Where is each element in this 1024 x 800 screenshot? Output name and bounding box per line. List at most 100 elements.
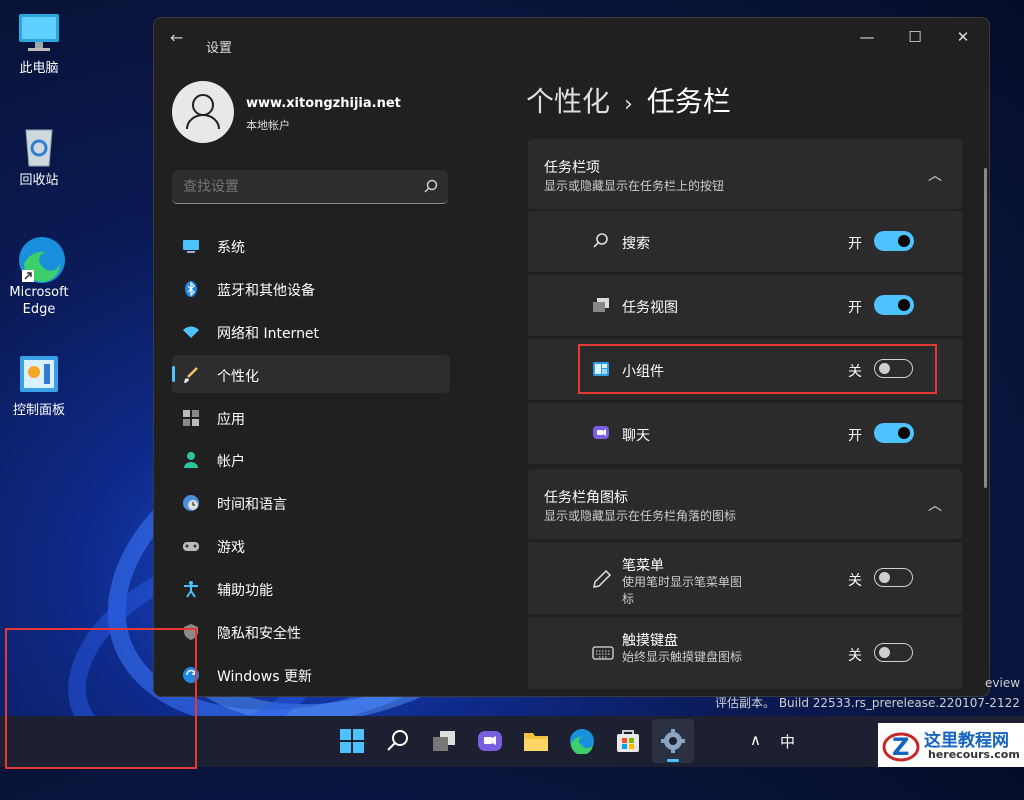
section-header-taskbar-items[interactable]: 任务栏项 显示或隐藏显示在任务栏上的按钮 ︿ xyxy=(528,139,962,209)
setting-row-chat: 聊天 开 xyxy=(528,403,962,464)
page-title: 任务栏 xyxy=(646,85,731,118)
avatar[interactable] xyxy=(172,81,234,143)
settings-window: ← 设置 — ☐ ✕ www.xitongzhijia.net 本地帐户 系统 … xyxy=(153,17,990,697)
section-header-taskbar-corner-icons[interactable]: 任务栏角图标 显示或隐藏显示在任务栏角落的图标 ︿ xyxy=(528,469,962,539)
toggle-state-text: 开 xyxy=(848,300,862,316)
sidebar-item-label: 时间和语言 xyxy=(217,497,287,514)
pen-icon xyxy=(592,569,612,588)
sidebar-item-personalization[interactable]: 个性化 xyxy=(172,354,450,393)
toggle-knob xyxy=(898,427,910,439)
toggle-knob xyxy=(879,647,890,658)
desktop-icon-this-pc[interactable]: 此电脑 xyxy=(6,10,72,77)
person-icon xyxy=(186,94,220,130)
svg-text:Z: Z xyxy=(892,733,909,761)
task-view-toggle[interactable] xyxy=(874,295,914,315)
chat-icon[interactable] xyxy=(477,728,503,754)
title-bar: ← 设置 — ☐ ✕ xyxy=(154,18,989,56)
touch-keyboard-toggle[interactable] xyxy=(874,643,913,662)
chevron-up-icon: ︿ xyxy=(928,498,942,514)
toggle-knob xyxy=(879,572,890,583)
sidebar-nav: 系统 蓝牙和其他设备 网络和 Internet 个性化 应用 帐户 时间和语言 xyxy=(172,226,450,696)
section-subtitle: 显示或隐藏显示在任务栏上的按钮 xyxy=(544,179,725,193)
ime-indicator[interactable]: 中 xyxy=(780,731,795,752)
sidebar-item-network[interactable]: 网络和 Internet xyxy=(172,312,450,350)
desktop-icon-label: 此电脑 xyxy=(19,61,59,76)
sidebar-item-label: 帐户 xyxy=(217,454,245,471)
chat-toggle[interactable] xyxy=(874,423,914,443)
breadcrumb: 个性化 › 任务栏 xyxy=(526,80,731,120)
desktop-icon-label: 回收站 xyxy=(19,173,59,188)
control-panel-icon xyxy=(16,352,62,398)
search-toggle[interactable] xyxy=(874,231,914,251)
watermark-build: 评估副本。 Build 22533.rs_prerelease.220107-2… xyxy=(715,696,1020,710)
sidebar-item-privacy[interactable]: 隐私和安全性 xyxy=(172,612,450,650)
tray-chevron-icon[interactable]: ∧ xyxy=(750,731,761,749)
task-view-icon xyxy=(592,296,610,314)
minimize-button[interactable]: — xyxy=(857,28,877,46)
sidebar-item-label: 辅助功能 xyxy=(217,583,273,600)
search-icon[interactable] xyxy=(385,728,411,754)
toggle-state-text: 开 xyxy=(848,236,862,252)
gamepad-icon xyxy=(182,537,200,555)
scrollbar[interactable] xyxy=(984,168,987,488)
toggle-state-text: 关 xyxy=(848,648,862,664)
chevron-up-icon: ︿ xyxy=(928,168,942,184)
breadcrumb-parent[interactable]: 个性化 xyxy=(526,85,610,118)
close-button[interactable]: ✕ xyxy=(953,28,973,46)
search-input[interactable] xyxy=(181,176,415,198)
account-type: 本地帐户 xyxy=(246,119,290,132)
highlight-box xyxy=(5,628,197,769)
window-title: 设置 xyxy=(206,41,233,56)
sidebar-item-accessibility[interactable]: 辅助功能 xyxy=(172,569,450,607)
logo-url: herecours.com xyxy=(928,748,1020,761)
sidebar-item-gaming[interactable]: 游戏 xyxy=(172,526,450,564)
maximize-button[interactable]: ☐ xyxy=(905,28,925,46)
toggle-knob xyxy=(898,235,910,247)
sidebar-item-system[interactable]: 系统 xyxy=(172,226,450,264)
desktop-icon-recycle-bin[interactable]: 回收站 xyxy=(6,122,72,189)
toggle-state-text: 开 xyxy=(848,428,862,444)
globe-clock-icon xyxy=(182,494,200,512)
sidebar-item-label: 隐私和安全性 xyxy=(217,626,301,643)
setting-label: 搜索 xyxy=(622,236,650,252)
search-box[interactable] xyxy=(172,170,448,204)
sidebar-item-windows-update[interactable]: Windows 更新 xyxy=(172,655,450,693)
sidebar-item-time-language[interactable]: 时间和语言 xyxy=(172,483,450,521)
sidebar-item-label: Windows 更新 xyxy=(217,668,312,685)
sidebar-item-bluetooth[interactable]: 蓝牙和其他设备 xyxy=(172,269,450,307)
desktop-icon-label: 控制面板 xyxy=(12,403,65,418)
pen-menu-toggle[interactable] xyxy=(874,568,913,587)
sidebar-item-accounts[interactable]: 帐户 xyxy=(172,440,450,478)
gear-icon xyxy=(660,728,686,754)
sidebar-item-label: 蓝牙和其他设备 xyxy=(217,282,315,299)
setting-label: 聊天 xyxy=(622,428,650,444)
wifi-icon xyxy=(182,323,200,341)
brush-icon xyxy=(182,366,200,384)
edge-icon[interactable] xyxy=(569,728,595,755)
settings-taskbar-button[interactable] xyxy=(652,719,694,763)
setting-row-search: 搜索 开 xyxy=(528,211,962,272)
sidebar-item-apps[interactable]: 应用 xyxy=(172,398,450,436)
file-explorer-icon[interactable] xyxy=(523,728,549,754)
sidebar-item-label: 个性化 xyxy=(217,368,259,385)
setting-label: 任务视图 xyxy=(622,300,678,316)
sidebar-item-label: 系统 xyxy=(217,240,245,256)
setting-row-pen-menu: 笔菜单 使用笔时显示笔菜单图标 关 xyxy=(528,542,962,614)
highlight-box xyxy=(578,344,937,394)
bluetooth-icon xyxy=(182,280,200,298)
desktop-icon-edge[interactable]: Microsoft Edge xyxy=(6,234,72,318)
store-icon[interactable] xyxy=(615,728,641,754)
section-subtitle: 显示或隐藏显示在任务栏角落的图标 xyxy=(544,509,737,523)
account-name: www.xitongzhijia.net xyxy=(246,96,401,111)
search-icon[interactable] xyxy=(424,178,438,197)
back-arrow-icon[interactable]: ← xyxy=(170,28,183,47)
desktop-icon-control-panel[interactable]: 控制面板 xyxy=(6,352,72,419)
sidebar-item-label: 应用 xyxy=(217,411,245,428)
toggle-knob xyxy=(898,299,910,311)
start-icon[interactable] xyxy=(339,728,365,754)
logo-mark-icon: Z xyxy=(882,732,920,762)
watermark-line: eview xyxy=(985,676,1021,690)
search-icon xyxy=(592,232,610,250)
task-view-icon[interactable] xyxy=(431,728,457,754)
chat-icon xyxy=(592,424,610,442)
